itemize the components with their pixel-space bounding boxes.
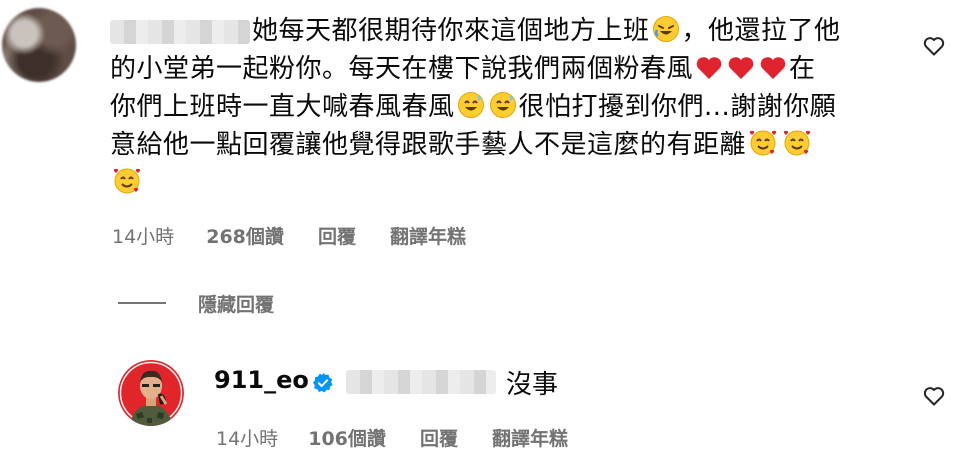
sweat-smile-emoji-icon (457, 92, 484, 118)
reply-username[interactable]: 911_eo (214, 366, 309, 394)
commenter-avatar[interactable] (2, 8, 76, 82)
comment-text-line4: 意給他一點回覆讓他覺得跟歌手藝人不是這麼的有距離 (110, 130, 747, 160)
reply-time: 14小時 (216, 428, 279, 450)
red-heart-emoji-icon (696, 57, 722, 79)
comment-reply-button[interactable]: 回覆 (318, 222, 356, 249)
reply-avatar[interactable] (118, 360, 184, 426)
reply-likes[interactable]: 106個讚 (308, 424, 386, 451)
comment-meta: 14小時 268個讚 回覆 翻譯年糕 (112, 222, 466, 249)
verified-badge-icon (312, 372, 333, 393)
heart-outline-icon[interactable] (922, 34, 946, 58)
smiling-hearts-emoji-icon (113, 168, 141, 194)
comment-text-line1: 她每天都很期待你來這個地方上班 (252, 16, 650, 46)
laughing-emoji-icon (652, 16, 679, 42)
hide-replies-button[interactable]: 隱藏回覆 (198, 290, 274, 317)
red-heart-emoji-icon (760, 57, 786, 79)
thread-line-divider (118, 302, 166, 304)
heart-outline-icon[interactable] (922, 384, 946, 408)
comment-text-line3: 你們上班時一直大喊春風春風 (110, 92, 455, 122)
mentioned-username-blurred[interactable] (346, 370, 496, 394)
reply-text: 沒事 (506, 370, 559, 400)
comment-text-line1b: ，他還拉了他 (681, 16, 841, 46)
red-heart-emoji-icon (728, 57, 754, 79)
comment-text-line2: 的小堂弟一起粉你。每天在樓下說我們兩個粉春風 (110, 54, 694, 84)
comment-likes[interactable]: 268個讚 (206, 222, 284, 249)
comment-text-line2b: 在 (789, 54, 816, 84)
comment-body: 她每天都很期待你來這個地方上班 ，他還拉了他 的小堂弟一起粉你。每天在樓下說我們兩… (110, 12, 890, 202)
smiling-hearts-emoji-icon (749, 130, 777, 156)
avatar-illustration (118, 360, 184, 426)
comment-text-line3b: 很怕打擾到你們...謝謝你願 (518, 92, 837, 122)
sweat-smile-emoji-icon (489, 92, 516, 118)
comment-time: 14小時 (112, 226, 175, 248)
reply-meta: 14小時 106個讚 回覆 翻譯年糕 (216, 424, 568, 451)
reply-translate-button[interactable]: 翻譯年糕 (492, 424, 568, 451)
reply-reply-button[interactable]: 回覆 (420, 424, 458, 451)
comment-translate-button[interactable]: 翻譯年糕 (390, 222, 466, 249)
smiling-hearts-emoji-icon (783, 130, 811, 156)
